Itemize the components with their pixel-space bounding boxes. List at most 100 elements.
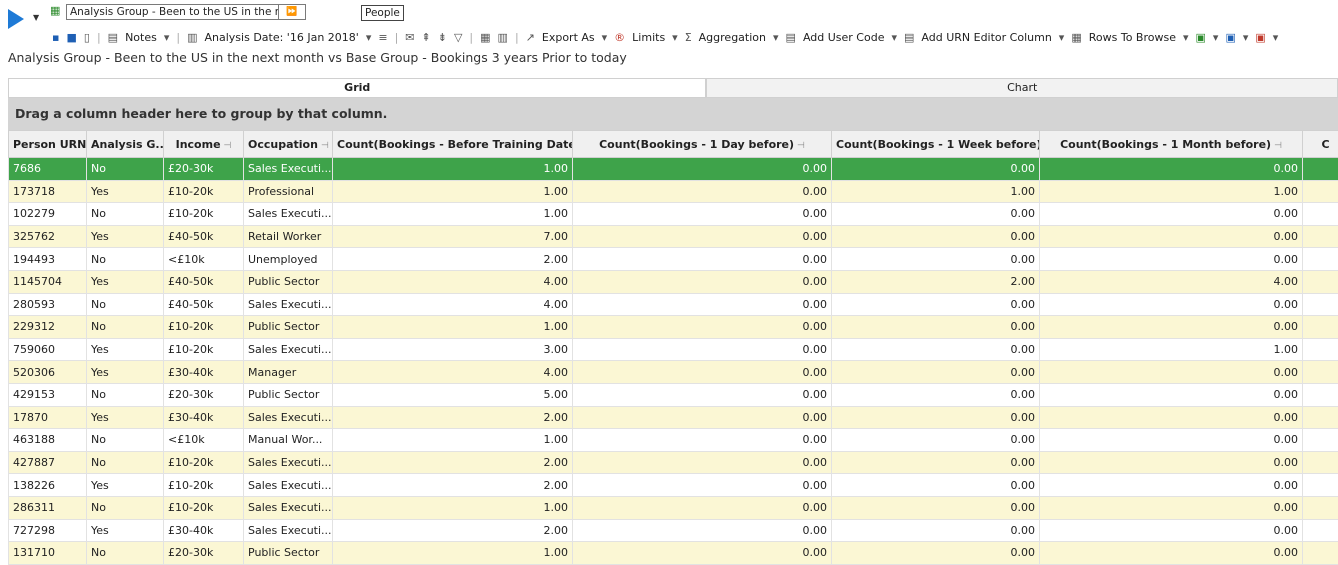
column-header[interactable]: Count(Bookings - 1 Month before)⊣ bbox=[1040, 131, 1303, 158]
people-label[interactable]: People bbox=[361, 5, 404, 21]
table-row[interactable]: 429153No£20-30kPublic Sector5.000.000.00… bbox=[9, 383, 1338, 406]
table-cell[interactable]: 325762 bbox=[9, 225, 87, 248]
run-dropdown-icon[interactable]: ▼ bbox=[33, 13, 39, 22]
table-row[interactable]: 727298Yes£30-40kSales Executi...2.000.00… bbox=[9, 519, 1338, 542]
table-cell[interactable]: 280593 bbox=[9, 293, 87, 316]
table-row[interactable]: 463188No<£10kManual Wor...1.000.000.000.… bbox=[9, 429, 1338, 452]
table-cell[interactable]: 0.00 bbox=[832, 542, 1040, 565]
table-cell[interactable]: 0.00 bbox=[1040, 496, 1303, 519]
table-cell[interactable] bbox=[1303, 203, 1338, 226]
table-cell[interactable]: 0.00 bbox=[1040, 248, 1303, 271]
table-cell[interactable] bbox=[1303, 270, 1338, 293]
table-cell[interactable]: Retail Worker bbox=[244, 225, 333, 248]
table-cell[interactable]: 0.00 bbox=[573, 474, 832, 497]
table-cell[interactable]: 0.00 bbox=[832, 293, 1040, 316]
table-cell[interactable]: £10-20k bbox=[164, 451, 244, 474]
table-cell[interactable]: Sales Executi... bbox=[244, 451, 333, 474]
export-as-button[interactable]: Export As bbox=[542, 31, 595, 44]
table-cell[interactable]: 0.00 bbox=[573, 496, 832, 519]
table-cell[interactable] bbox=[1303, 248, 1338, 271]
limits-button[interactable]: Limits bbox=[632, 31, 665, 44]
table-cell[interactable]: Manual Wor... bbox=[244, 429, 333, 452]
table-cell[interactable]: 429153 bbox=[9, 383, 87, 406]
table-cell[interactable]: Yes bbox=[87, 225, 164, 248]
table-cell[interactable]: 1.00 bbox=[1040, 338, 1303, 361]
table-cell[interactable]: Yes bbox=[87, 474, 164, 497]
table-row[interactable]: 131710No£20-30kPublic Sector1.000.000.00… bbox=[9, 542, 1338, 565]
pin-column-icon[interactable]: ⊣ bbox=[797, 141, 805, 151]
run-analysis-icon[interactable] bbox=[8, 9, 24, 29]
analysis-selector[interactable]: Analysis Group - Been to the US in the n… bbox=[66, 4, 281, 20]
sort-asc-icon[interactable]: ⇞ bbox=[422, 31, 431, 44]
table-cell[interactable]: £10-20k bbox=[164, 180, 244, 203]
table-cell[interactable]: No bbox=[87, 451, 164, 474]
pin-column-icon[interactable]: ⊣ bbox=[321, 141, 329, 151]
excel-dropdown-icon[interactable]: ▾ bbox=[1213, 31, 1219, 44]
table-cell[interactable]: 0.00 bbox=[573, 316, 832, 339]
table-cell[interactable]: 4.00 bbox=[1040, 270, 1303, 293]
table-cell[interactable]: 0.00 bbox=[1040, 542, 1303, 565]
table-cell[interactable]: 1.00 bbox=[333, 158, 573, 181]
table-row[interactable]: 102279No£10-20kSales Executi...1.000.000… bbox=[9, 203, 1338, 226]
table-cell[interactable]: 4.00 bbox=[333, 361, 573, 384]
pin-icon[interactable]: ▪ bbox=[52, 31, 59, 44]
clipboard-icon[interactable]: ▯ bbox=[84, 31, 90, 44]
column-header[interactable]: Income⊣ bbox=[164, 131, 244, 158]
table-cell[interactable]: 17870 bbox=[9, 406, 87, 429]
table-row[interactable]: 1145704Yes£40-50kPublic Sector4.000.002.… bbox=[9, 270, 1338, 293]
column-header[interactable]: Analysis G...⊣ bbox=[87, 131, 164, 158]
table-cell[interactable]: No bbox=[87, 158, 164, 181]
add-urn-dropdown-icon[interactable]: ▾ bbox=[1059, 31, 1065, 44]
table-cell[interactable]: £20-30k bbox=[164, 158, 244, 181]
table-cell[interactable]: No bbox=[87, 248, 164, 271]
table-cell[interactable]: Yes bbox=[87, 519, 164, 542]
column-header[interactable]: Count(Bookings - 1 Day before)⊣ bbox=[573, 131, 832, 158]
column-icon[interactable]: ▥ bbox=[498, 31, 508, 44]
table-cell[interactable]: £30-40k bbox=[164, 519, 244, 542]
table-cell[interactable]: Sales Executi... bbox=[244, 338, 333, 361]
table-cell[interactable]: 0.00 bbox=[573, 451, 832, 474]
analysis-selector-button[interactable]: ⏩ bbox=[278, 4, 306, 20]
table-cell[interactable]: 0.00 bbox=[832, 361, 1040, 384]
table-cell[interactable]: 520306 bbox=[9, 361, 87, 384]
table-cell[interactable]: No bbox=[87, 383, 164, 406]
table-cell[interactable]: 194493 bbox=[9, 248, 87, 271]
table-row[interactable]: 325762Yes£40-50kRetail Worker7.000.000.0… bbox=[9, 225, 1338, 248]
table-cell[interactable]: 0.00 bbox=[1040, 158, 1303, 181]
rows-dropdown-icon[interactable]: ▾ bbox=[1183, 31, 1189, 44]
table-cell[interactable]: 0.00 bbox=[832, 496, 1040, 519]
table-cell[interactable]: 0.00 bbox=[832, 429, 1040, 452]
table-cell[interactable]: 0.00 bbox=[1040, 203, 1303, 226]
table-cell[interactable]: 0.00 bbox=[1040, 474, 1303, 497]
table-cell[interactable]: Public Sector bbox=[244, 316, 333, 339]
add-user-code-dropdown-icon[interactable]: ▾ bbox=[891, 31, 897, 44]
rows-icon[interactable]: ▦ bbox=[1071, 31, 1081, 44]
table-cell[interactable]: Yes bbox=[87, 270, 164, 293]
table-cell[interactable]: 0.00 bbox=[832, 225, 1040, 248]
mail-icon[interactable]: ✉ bbox=[405, 31, 414, 44]
table-cell[interactable]: 0.00 bbox=[832, 406, 1040, 429]
sigma-icon[interactable]: Σ bbox=[685, 31, 692, 44]
table-cell[interactable]: 0.00 bbox=[1040, 293, 1303, 316]
table-cell[interactable]: 2.00 bbox=[333, 474, 573, 497]
table-cell[interactable] bbox=[1303, 542, 1338, 565]
table-cell[interactable]: 0.00 bbox=[573, 406, 832, 429]
notes-icon[interactable]: ▤ bbox=[108, 31, 118, 44]
table-cell[interactable]: Sales Executi... bbox=[244, 293, 333, 316]
table-cell[interactable]: 0.00 bbox=[573, 429, 832, 452]
table-cell[interactable]: 1.00 bbox=[333, 496, 573, 519]
table-cell[interactable]: 7686 bbox=[9, 158, 87, 181]
table-cell[interactable]: 0.00 bbox=[1040, 225, 1303, 248]
export-dropdown-icon[interactable]: ▾ bbox=[602, 31, 608, 44]
table-row[interactable]: 427887No£10-20kSales Executi...2.000.000… bbox=[9, 451, 1338, 474]
list-icon[interactable]: ≡ bbox=[378, 31, 387, 44]
table-cell[interactable]: 0.00 bbox=[573, 225, 832, 248]
table-cell[interactable]: 0.00 bbox=[1040, 451, 1303, 474]
table-cell[interactable]: No bbox=[87, 203, 164, 226]
table-cell[interactable]: 286311 bbox=[9, 496, 87, 519]
table-cell[interactable]: 1.00 bbox=[333, 203, 573, 226]
table-cell[interactable]: 0.00 bbox=[1040, 406, 1303, 429]
table-cell[interactable]: Sales Executi... bbox=[244, 158, 333, 181]
table-row[interactable]: 173718Yes£10-20kProfessional1.000.001.00… bbox=[9, 180, 1338, 203]
table-cell[interactable]: No bbox=[87, 429, 164, 452]
